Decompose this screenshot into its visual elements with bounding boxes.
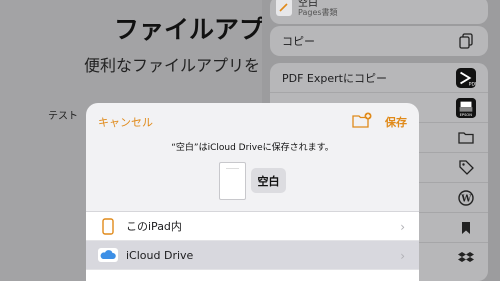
save-location-message: “空白”はiCloud Driveに保存されます。 xyxy=(171,143,334,153)
dialog-header: キャンセル 保存 xyxy=(86,103,419,137)
new-folder-icon[interactable] xyxy=(352,112,372,128)
page-subtitle: 便利なファイルアプリを xyxy=(84,56,261,75)
tag-icon xyxy=(456,160,476,175)
document-thumbnail xyxy=(219,162,246,200)
location-ipad[interactable]: このiPad内 › xyxy=(86,212,419,241)
save-button[interactable]: 保存 xyxy=(385,114,407,130)
copy-icon xyxy=(456,33,476,49)
save-dialog: キャンセル 保存 “空白”はiCloud Driveに保存されます。 空白 この… xyxy=(86,103,419,281)
location-icloud-drive[interactable]: iCloud Drive › xyxy=(86,241,419,270)
pdf-expert-label: PDF Expertにコピー xyxy=(282,71,387,85)
epson-icon: EPSON xyxy=(456,97,476,119)
page-title: ファイルアプ xyxy=(114,15,265,44)
share-app-header: 空白 Pages書類 xyxy=(270,0,488,24)
share-action-copy[interactable]: コピー xyxy=(270,26,488,56)
svg-text:PDF: PDF xyxy=(469,81,476,87)
svg-text:EPSON: EPSON xyxy=(460,113,473,117)
copy-label: コピー xyxy=(282,35,315,48)
pdf-expert-icon: PDF xyxy=(456,67,476,89)
ipad-icon xyxy=(98,216,118,236)
pages-doc-icon xyxy=(276,0,292,16)
chevron-right-icon: › xyxy=(400,249,405,263)
share-doc-subtitle: Pages書類 xyxy=(298,8,338,17)
dropbox-icon xyxy=(456,251,476,265)
location-label: iCloud Drive xyxy=(126,248,194,262)
bookmark-icon xyxy=(456,221,476,234)
svg-text:W: W xyxy=(460,194,472,204)
cancel-button[interactable]: キャンセル xyxy=(98,114,153,130)
share-action-pdf-expert[interactable]: PDF Expertにコピー PDF xyxy=(270,63,488,93)
chevron-right-icon: › xyxy=(400,220,405,234)
location-list: このiPad内 › iCloud Drive › xyxy=(86,211,419,281)
icloud-icon xyxy=(98,245,118,265)
location-list-more xyxy=(86,270,419,281)
side-label: テスト xyxy=(48,111,78,122)
wordpress-icon: W xyxy=(456,189,476,206)
location-label: このiPad内 xyxy=(126,220,182,233)
folder-icon xyxy=(456,131,476,144)
filename-field[interactable]: 空白 xyxy=(251,168,286,193)
